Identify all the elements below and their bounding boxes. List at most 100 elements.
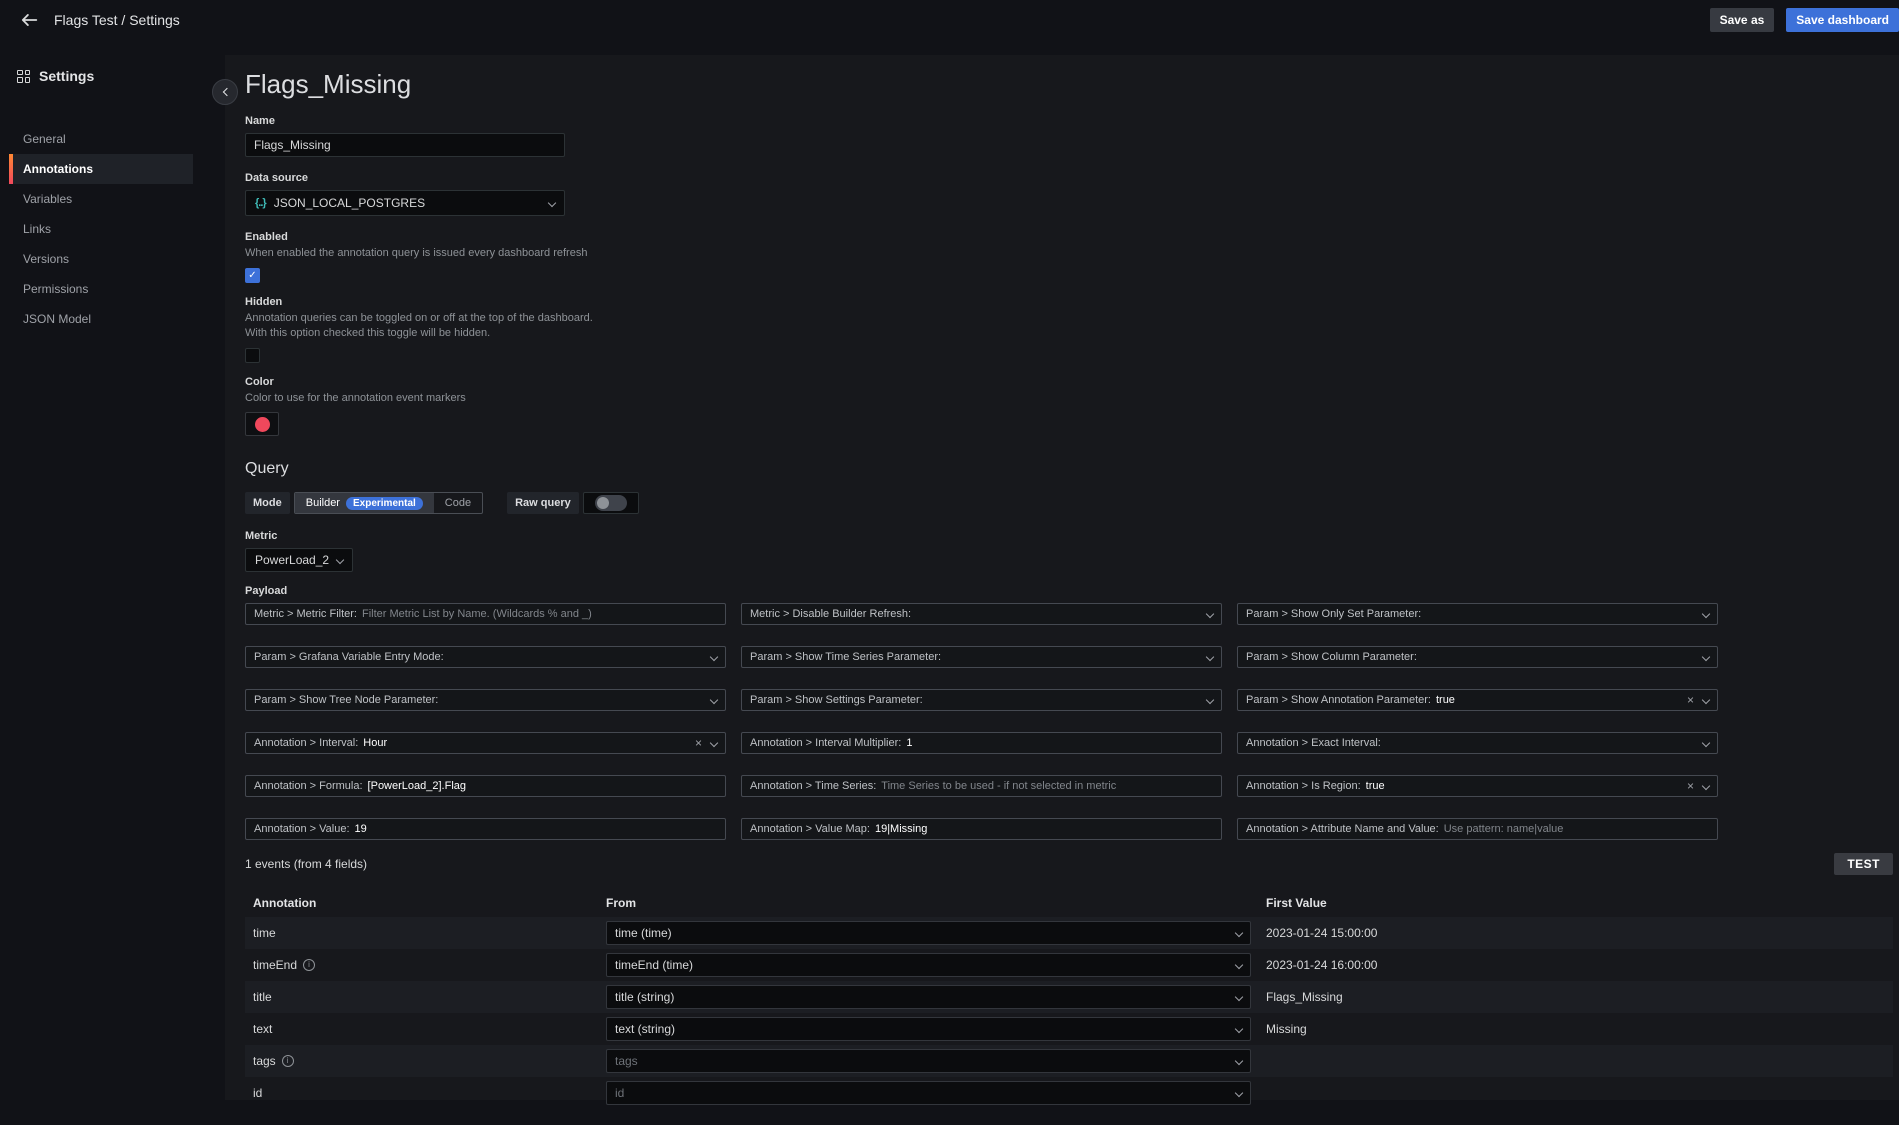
payload-field[interactable]: Param > Show Only Set Parameter: [1237, 603, 1718, 625]
datasource-picker[interactable]: {..} JSON_LOCAL_POSTGRES [245, 190, 565, 216]
payload-field[interactable]: Param > Show Column Parameter: [1237, 646, 1718, 668]
payload-field[interactable]: Annotation > Attribute Name and Value:Us… [1237, 818, 1718, 840]
payload-field[interactable]: Annotation > Interval Multiplier:1 [741, 732, 1222, 754]
payload-field-value: Hour [363, 737, 387, 749]
payload-field[interactable]: Metric > Disable Builder Refresh: [741, 603, 1222, 625]
table-row: texttext (string)Missing [245, 1013, 1893, 1045]
payload-field[interactable]: Param > Show Settings Parameter: [741, 689, 1222, 711]
payload-field[interactable]: Annotation > Interval:Hour× [245, 732, 726, 754]
from-field-value: text (string) [615, 1022, 1236, 1036]
row-first-value: Missing [1258, 1022, 1893, 1036]
color-swatch-circle [255, 417, 270, 432]
payload-field[interactable]: Param > Show Tree Node Parameter: [245, 689, 726, 711]
hidden-checkbox[interactable] [245, 348, 260, 363]
payload-field-icons [1207, 611, 1213, 617]
chevron-down-icon [1702, 610, 1710, 618]
payload-field-icons [1703, 740, 1709, 746]
mode-builder-option[interactable]: Builder Experimental [295, 493, 434, 513]
metric-select[interactable]: PowerLoad_2 [245, 548, 353, 572]
from-field-select[interactable]: id [606, 1081, 1251, 1105]
payload-field-icons: × [695, 737, 717, 749]
payload-field[interactable]: Annotation > Time Series:Time Series to … [741, 775, 1222, 797]
payload-field[interactable]: Metric > Metric Filter:Filter Metric Lis… [245, 603, 726, 625]
sidebar-item-links[interactable]: Links [9, 214, 193, 244]
payload-field[interactable]: Annotation > Is Region:true× [1237, 775, 1718, 797]
payload-field[interactable]: Param > Show Annotation Parameter:true× [1237, 689, 1718, 711]
row-first-value: 2023-01-24 16:00:00 [1258, 958, 1893, 972]
payload-field[interactable]: Annotation > Exact Interval: [1237, 732, 1718, 754]
payload-field-icons [1207, 697, 1213, 703]
row-from-cell: time (time) [606, 921, 1258, 945]
payload-field-label: Param > Show Annotation Parameter: [1246, 694, 1431, 706]
payload-field-label: Annotation > Attribute Name and Value: [1246, 823, 1439, 835]
clear-icon[interactable]: × [695, 737, 702, 749]
row-annotation-name: tags [253, 1054, 276, 1068]
save-dashboard-button[interactable]: Save dashboard [1786, 8, 1899, 32]
chevron-left-icon [222, 88, 230, 96]
sidebar-item-general[interactable]: General [9, 124, 193, 154]
datasource-label: Data source [245, 172, 1893, 184]
payload-label: Payload [245, 585, 1893, 597]
column-header-from: From [606, 896, 1258, 910]
clear-icon[interactable]: × [1687, 780, 1694, 792]
chevron-down-icon [710, 696, 718, 704]
name-input[interactable] [245, 133, 565, 157]
chevron-down-icon [1702, 739, 1710, 747]
annotation-mapping-table: Annotation From First Value timetime (ti… [245, 889, 1893, 1109]
collapse-sidebar-button[interactable] [212, 79, 238, 105]
name-label: Name [245, 115, 1893, 127]
from-field-value: timeEnd (time) [615, 958, 1236, 972]
payload-field-value: 19|Missing [875, 823, 927, 835]
sidebar-item-permissions[interactable]: Permissions [9, 274, 193, 304]
enabled-checkbox[interactable]: ✓ [245, 268, 260, 283]
chevron-down-icon [336, 556, 344, 564]
table-row: timetime (time)2023-01-24 15:00:00 [245, 917, 1893, 949]
mode-code-option[interactable]: Code [434, 493, 482, 513]
raw-query-toggle[interactable] [583, 492, 639, 514]
chevron-down-icon [1702, 782, 1710, 790]
experimental-badge: Experimental [346, 497, 423, 510]
row-from-cell: title (string) [606, 985, 1258, 1009]
from-field-select[interactable]: time (time) [606, 921, 1251, 945]
payload-field[interactable]: Annotation > Value Map:19|Missing [741, 818, 1222, 840]
chevron-down-icon [548, 199, 556, 207]
payload-field-icons [711, 654, 717, 660]
payload-field-label: Annotation > Exact Interval: [1246, 737, 1381, 749]
sidebar-item-versions[interactable]: Versions [9, 244, 193, 274]
mode-segment-group: Builder Experimental Code [294, 492, 483, 514]
back-arrow-icon[interactable] [20, 11, 38, 29]
payload-field[interactable]: Param > Grafana Variable Entry Mode: [245, 646, 726, 668]
chevron-down-icon [1702, 696, 1710, 704]
info-icon: i [282, 1055, 294, 1067]
payload-field[interactable]: Annotation > Formula:[PowerLoad_2].Flag [245, 775, 726, 797]
breadcrumb-title: Flags Test / Settings [54, 12, 180, 28]
from-field-select[interactable]: title (string) [606, 985, 1251, 1009]
color-picker-swatch[interactable] [245, 412, 279, 436]
clear-icon[interactable]: × [1687, 694, 1694, 706]
settings-panel: Flags_Missing Name Data source {..} JSON… [225, 55, 1899, 1100]
payload-field[interactable]: Param > Show Time Series Parameter: [741, 646, 1222, 668]
payload-field-label: Metric > Metric Filter: [254, 608, 357, 620]
from-field-select[interactable]: text (string) [606, 1017, 1251, 1041]
sidebar-item-variables[interactable]: Variables [9, 184, 193, 214]
from-field-select[interactable]: timeEnd (time) [606, 953, 1251, 977]
info-icon: i [303, 959, 315, 971]
payload-field-value: 1 [906, 737, 912, 749]
page-title: Flags_Missing [245, 67, 1893, 101]
row-from-cell: timeEnd (time) [606, 953, 1258, 977]
from-field-value: id [615, 1086, 1236, 1100]
payload-field[interactable]: Annotation > Value:19 [245, 818, 726, 840]
test-button[interactable]: TEST [1834, 853, 1893, 875]
payload-grid: Metric > Metric Filter:Filter Metric Lis… [245, 603, 1893, 840]
from-field-select[interactable]: tags [606, 1049, 1251, 1073]
payload-field-label: Annotation > Time Series: [750, 780, 876, 792]
table-row: timeEnditimeEnd (time)2023-01-24 16:00:0… [245, 949, 1893, 981]
chevron-down-icon [1206, 610, 1214, 618]
checkmark-icon: ✓ [248, 270, 256, 281]
sidebar-item-json-model[interactable]: JSON Model [9, 304, 193, 334]
sidebar-item-annotations[interactable]: Annotations [9, 154, 193, 184]
table-row: idid [245, 1077, 1893, 1109]
save-as-button[interactable]: Save as [1710, 8, 1775, 32]
payload-field-icons: × [1687, 780, 1709, 792]
sidebar-header: Settings [17, 68, 225, 84]
